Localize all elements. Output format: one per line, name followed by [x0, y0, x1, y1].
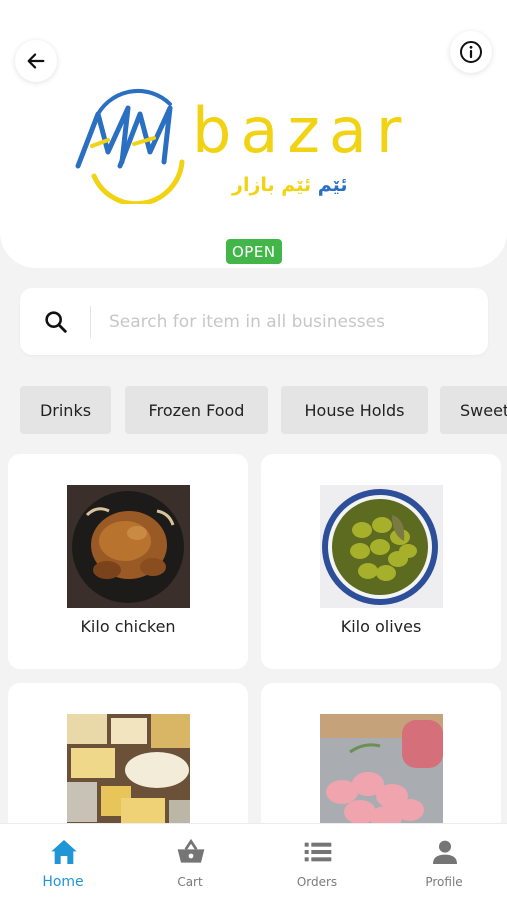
search-bar[interactable]	[20, 288, 488, 355]
category-chip-house-holds[interactable]: House Holds	[281, 386, 428, 434]
nav-label: Home	[42, 874, 84, 890]
search-input[interactable]	[109, 311, 449, 332]
product-name: Kilo chicken	[80, 617, 176, 636]
user-icon	[433, 840, 457, 864]
list-icon	[304, 842, 332, 862]
search-icon	[45, 310, 67, 333]
nav-cart[interactable]: Cart	[127, 824, 253, 900]
search-divider	[90, 305, 91, 338]
logo-monogram	[75, 89, 185, 204]
roast-chicken-image	[67, 485, 190, 608]
category-chips: Drinks Frozen Food House Holds Sweets	[0, 386, 507, 434]
status-badge: OPEN	[226, 239, 282, 264]
back-button[interactable]	[15, 40, 57, 82]
cheese-assortment-image	[67, 714, 190, 837]
nav-profile[interactable]: Profile	[381, 824, 507, 900]
header-card: bazar ئێم ئێم بازار OPEN	[0, 0, 507, 268]
product-card[interactable]: Kilo chicken	[8, 454, 248, 669]
nav-label: Profile	[425, 875, 463, 889]
info-icon	[460, 41, 482, 63]
nav-orders[interactable]: Orders	[254, 824, 380, 900]
category-chip-drinks[interactable]: Drinks	[20, 386, 111, 434]
product-card[interactable]: Kilo olives	[261, 454, 501, 669]
logo-wordmark: bazar	[192, 94, 411, 167]
bottom-nav: Home Cart Orders Profile	[0, 823, 507, 900]
basket-icon	[177, 838, 205, 863]
info-button[interactable]	[450, 31, 492, 73]
nav-label: Cart	[177, 875, 203, 889]
product-name: Kilo olives	[340, 617, 422, 636]
nav-home[interactable]: Home	[0, 824, 126, 900]
arrow-left-icon	[27, 53, 45, 69]
olives-bowl-image	[320, 485, 443, 608]
cold-cuts-image	[320, 714, 443, 837]
category-chip-sweets[interactable]: Sweets	[440, 386, 507, 434]
category-chip-frozen-food[interactable]: Frozen Food	[125, 386, 268, 434]
brand-logo: bazar ئێم ئێم بازار	[72, 84, 442, 204]
logo-subtitle: ئێم ئێم بازار	[232, 174, 348, 196]
nav-label: Orders	[296, 875, 338, 889]
home-icon	[51, 840, 77, 864]
